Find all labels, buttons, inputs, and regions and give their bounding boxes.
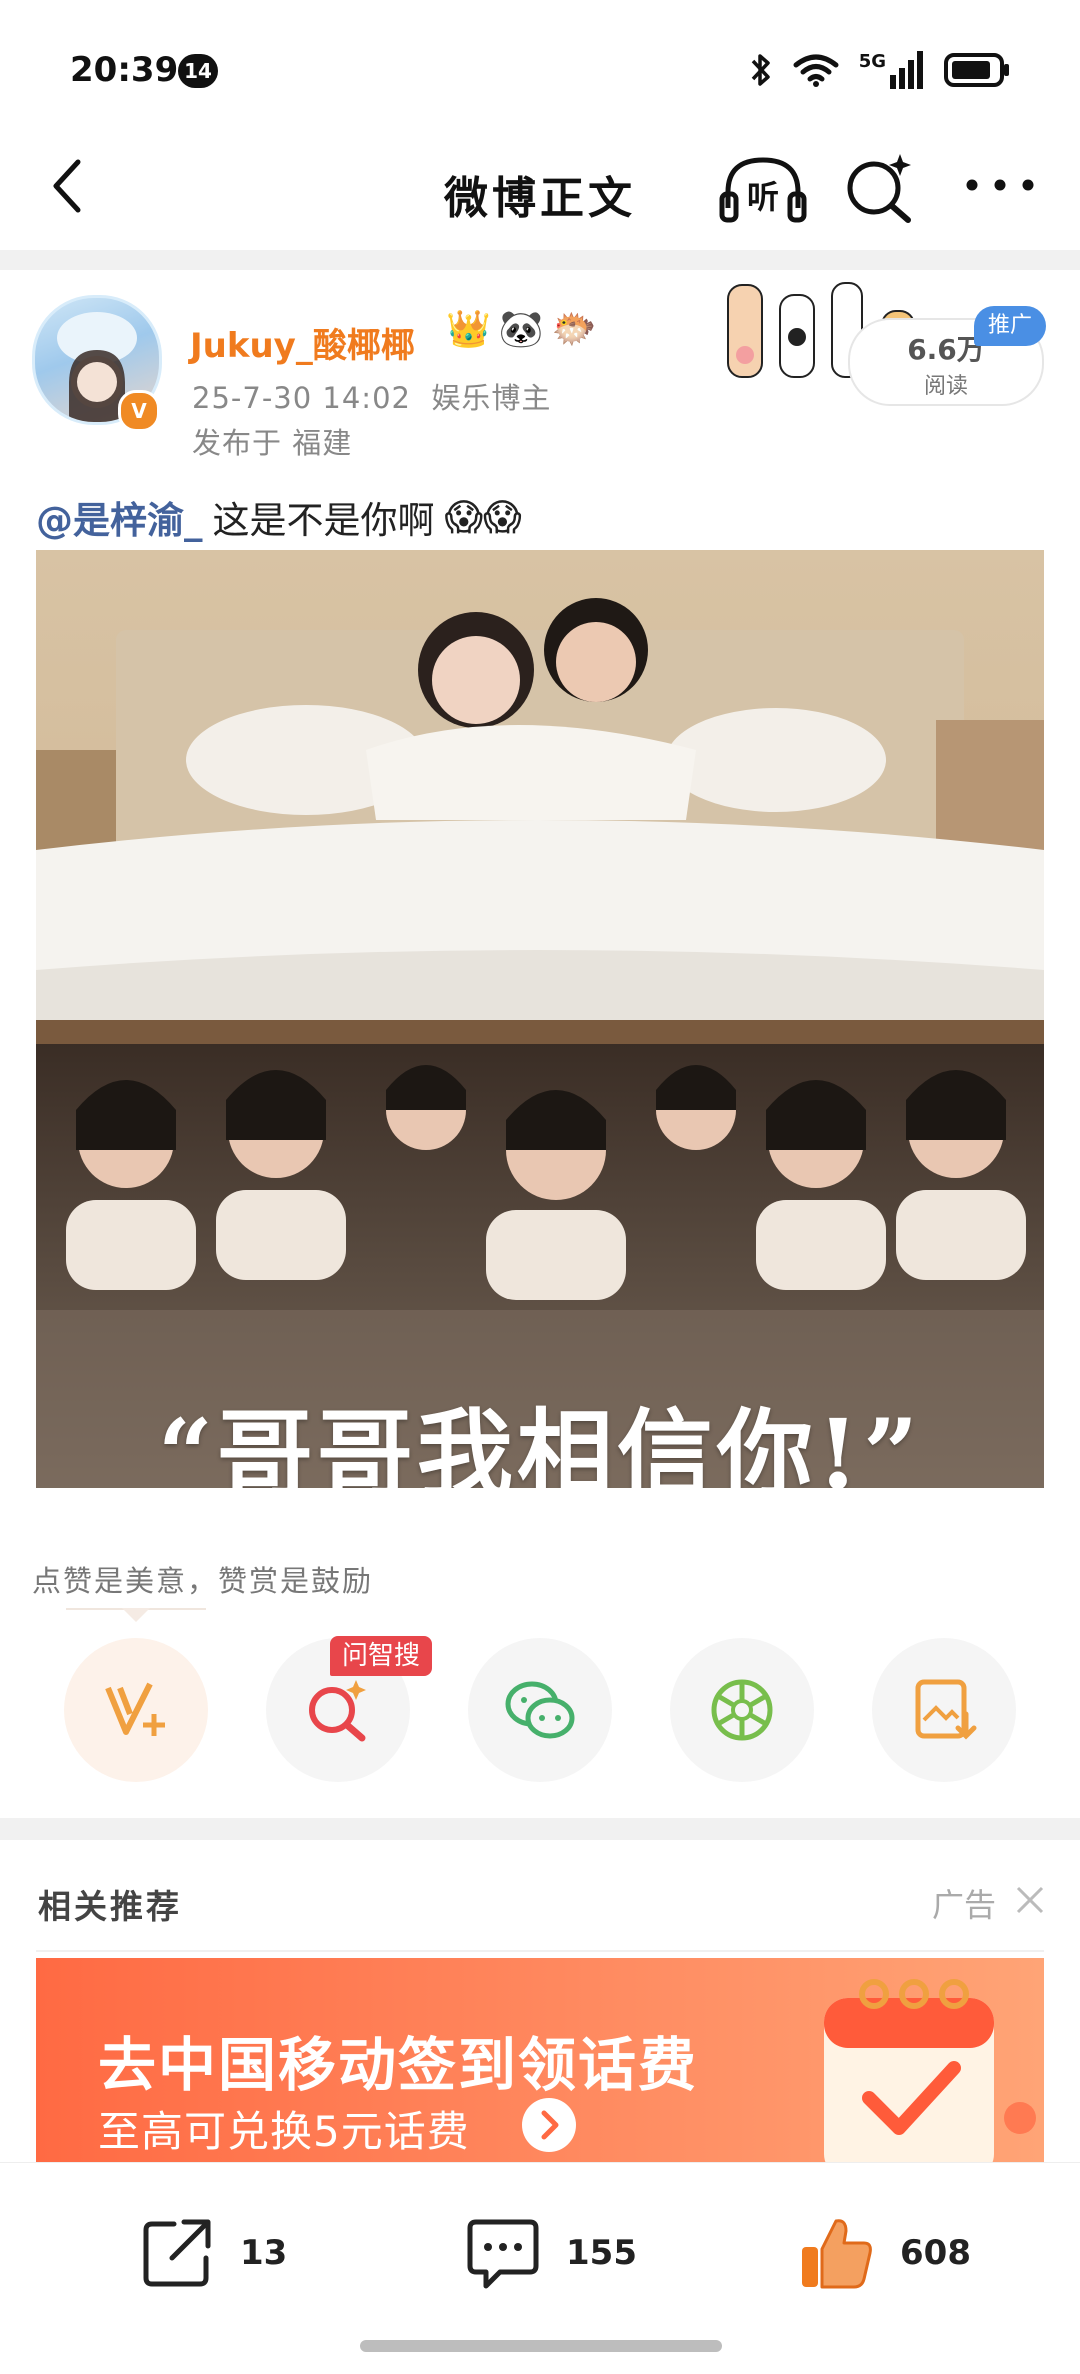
like-button[interactable]: 608 <box>796 2213 971 2293</box>
post-text: @是梓渝_ 这是不是你啊 😱😱 <box>36 490 522 544</box>
more-icon <box>966 179 1034 191</box>
section-divider <box>0 1818 1080 1840</box>
moments-share-button[interactable] <box>670 1638 814 1782</box>
author-name[interactable]: Jukuy_酸椰椰 <box>190 318 415 367</box>
promoted-tag[interactable]: 推广 <box>974 306 1046 346</box>
wechat-icon <box>505 1681 575 1739</box>
appreciate-tagline: 点赞是美意，赞赏是鼓励 <box>32 1564 374 1598</box>
save-image-icon <box>915 1679 977 1740</box>
post-photo-illustration <box>36 550 1044 1488</box>
image-caption: “哥哥我相信你!” <box>157 1398 923 1488</box>
repost-count: 13 <box>240 2233 288 2273</box>
network-type-label: 5G <box>858 51 886 72</box>
reward-button[interactable] <box>64 1638 208 1782</box>
read-count-label: 阅读 <box>923 374 968 399</box>
bluetooth-icon <box>751 54 770 86</box>
home-indicator[interactable] <box>360 2340 722 2352</box>
banner-go-button[interactable] <box>522 2098 576 2152</box>
status-icons: 5G <box>749 46 1010 94</box>
thumbs-up-icon <box>802 2219 872 2289</box>
author-role: 娱乐博主 <box>431 381 552 415</box>
calendar-illustration <box>824 1979 1036 2168</box>
status-bar: 20:39 14 5G <box>0 0 1080 130</box>
ai-search-icon <box>309 1680 366 1742</box>
banner-subtitle: 至高可兑换5元话费 <box>98 2107 470 2156</box>
battery-icon <box>944 53 1009 87</box>
ad-close-button[interactable] <box>1012 1882 1048 1918</box>
ai-search-button[interactable] <box>840 148 920 228</box>
close-icon <box>1016 1886 1044 1914</box>
pufferfish-badge-icon[interactable]: 🐡 <box>552 308 597 350</box>
repost-button[interactable]: 13 <box>138 2213 287 2293</box>
v-plus-icon <box>105 1682 165 1736</box>
post-location: 发布于 福建 <box>192 426 353 460</box>
signal-icon <box>890 51 923 89</box>
author-badges: 👑 🐼 🐡 <box>446 308 596 350</box>
post-date: 25-7-30 14:02 <box>192 381 411 415</box>
listen-label: 听 <box>746 178 779 216</box>
moments-icon <box>711 1679 773 1741</box>
post-meta: 25-7-30 14:02 娱乐博主 <box>192 375 551 417</box>
crown-badge-icon[interactable]: 👑 <box>446 308 491 350</box>
chevron-right-icon <box>541 2110 559 2140</box>
post-image[interactable]: “哥哥我相信你!” <box>36 550 1044 1488</box>
emoji-text: 😱😱 <box>444 495 522 539</box>
wechat-share-button[interactable] <box>468 1638 612 1782</box>
section-divider <box>0 250 1080 270</box>
verified-badge: V <box>118 390 160 432</box>
listen-button[interactable]: 听 <box>718 150 808 230</box>
tagline-pointer <box>122 1608 150 1622</box>
more-button[interactable] <box>962 170 1038 200</box>
comment-icon <box>467 2219 539 2289</box>
panda-badge-icon[interactable]: 🐼 <box>499 308 544 350</box>
banner-headline: 去中国移动签到领话费 <box>98 2031 699 2099</box>
ai-search-icon <box>847 154 911 223</box>
related-separator <box>36 1950 1044 1952</box>
ad-label: 广告 <box>932 1886 997 1924</box>
ad-banner[interactable]: 去中国移动签到领话费 至高可兑换5元话费 <box>36 1958 1044 2168</box>
nav-bar: 微博正文 听 <box>0 130 1080 245</box>
ask-ai-tag[interactable]: 问智搜 <box>330 1636 433 1676</box>
related-title: 相关推荐 <box>38 1887 182 1926</box>
wifi-icon <box>793 54 839 87</box>
status-time: 20:39 <box>70 50 179 90</box>
comment-button[interactable]: 155 <box>464 2213 637 2293</box>
share-icon <box>143 2219 211 2287</box>
mention-link[interactable]: @是梓渝_ <box>36 490 203 544</box>
notification-count-badge: 14 <box>178 54 218 88</box>
save-image-button[interactable] <box>872 1638 1016 1782</box>
like-count: 608 <box>900 2233 971 2273</box>
comment-count: 155 <box>566 2233 637 2273</box>
post-body-text: 这是不是你啊 <box>212 499 435 542</box>
